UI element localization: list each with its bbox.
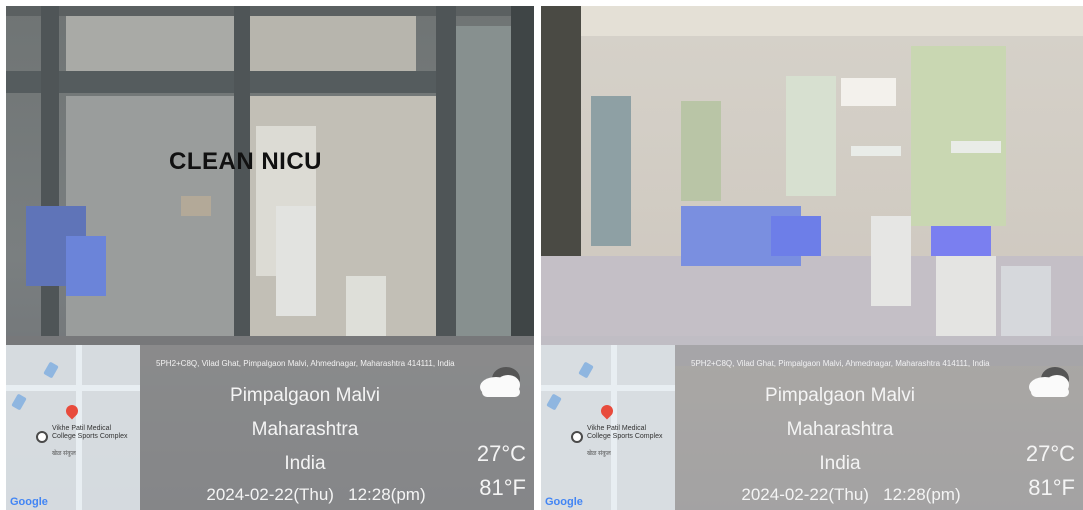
google-logo: Google [10, 496, 48, 508]
right-photo-panel: Vikhe Patil Medical College Sports Compl… [541, 6, 1083, 510]
temperature-fahrenheit: 81°F [479, 475, 526, 500]
location-marker-icon [36, 431, 48, 443]
temperature-celsius: 27°C [1025, 441, 1075, 466]
clean-nicu-sign: CLEAN NICU [169, 148, 322, 175]
time-text: 12:28(pm) [883, 485, 961, 504]
map-poi-label: Vikhe Patil Medical College Sports Compl… [587, 425, 663, 440]
map-poi-sublabel: खेळ संकुल [52, 451, 76, 457]
country-text: India [284, 453, 326, 474]
geo-stamp-overlay: Vikhe Patil Medical College Sports Compl… [541, 345, 1083, 510]
mini-map: Vikhe Patil Medical College Sports Compl… [6, 345, 140, 510]
temperature-celsius: 27°C [476, 441, 526, 466]
cloud-icon [1029, 367, 1069, 397]
locality-text: Pimpalgaon Malvi [765, 385, 915, 406]
google-logo: Google [545, 496, 583, 508]
location-marker-icon [571, 431, 583, 443]
time-text: 12:28(pm) [348, 485, 426, 504]
country-text: India [819, 453, 861, 474]
state-text: Maharashtra [251, 419, 359, 440]
map-poi-label: Vikhe Patil Medical College Sports Compl… [52, 425, 128, 440]
map-poi-sublabel: खेळ संकुल [587, 451, 611, 457]
date-text: 2024-02-22(Thu) [741, 485, 869, 504]
left-photo-panel: CLEAN NICU Vikhe Patil Medical College S… [6, 6, 534, 510]
address-text: 5PH2+C8Q, Vilad Ghat, Pimpalgaon Malvi, … [691, 359, 990, 368]
address-text: 5PH2+C8Q, Vilad Ghat, Pimpalgaon Malvi, … [156, 359, 455, 368]
datetime-text: 2024-02-22(Thu) 12:28(pm) [156, 485, 476, 505]
cloud-icon [480, 367, 520, 397]
date-text: 2024-02-22(Thu) [206, 485, 334, 504]
mini-map: Vikhe Patil Medical College Sports Compl… [541, 345, 675, 510]
state-text: Maharashtra [786, 419, 894, 440]
locality-text: Pimpalgaon Malvi [230, 385, 380, 406]
datetime-text: 2024-02-22(Thu) 12:28(pm) [691, 485, 1011, 505]
temperature-fahrenheit: 81°F [1028, 475, 1075, 500]
geo-stamp-overlay: Vikhe Patil Medical College Sports Compl… [6, 345, 534, 510]
photo-collage: CLEAN NICU Vikhe Patil Medical College S… [0, 0, 1083, 510]
